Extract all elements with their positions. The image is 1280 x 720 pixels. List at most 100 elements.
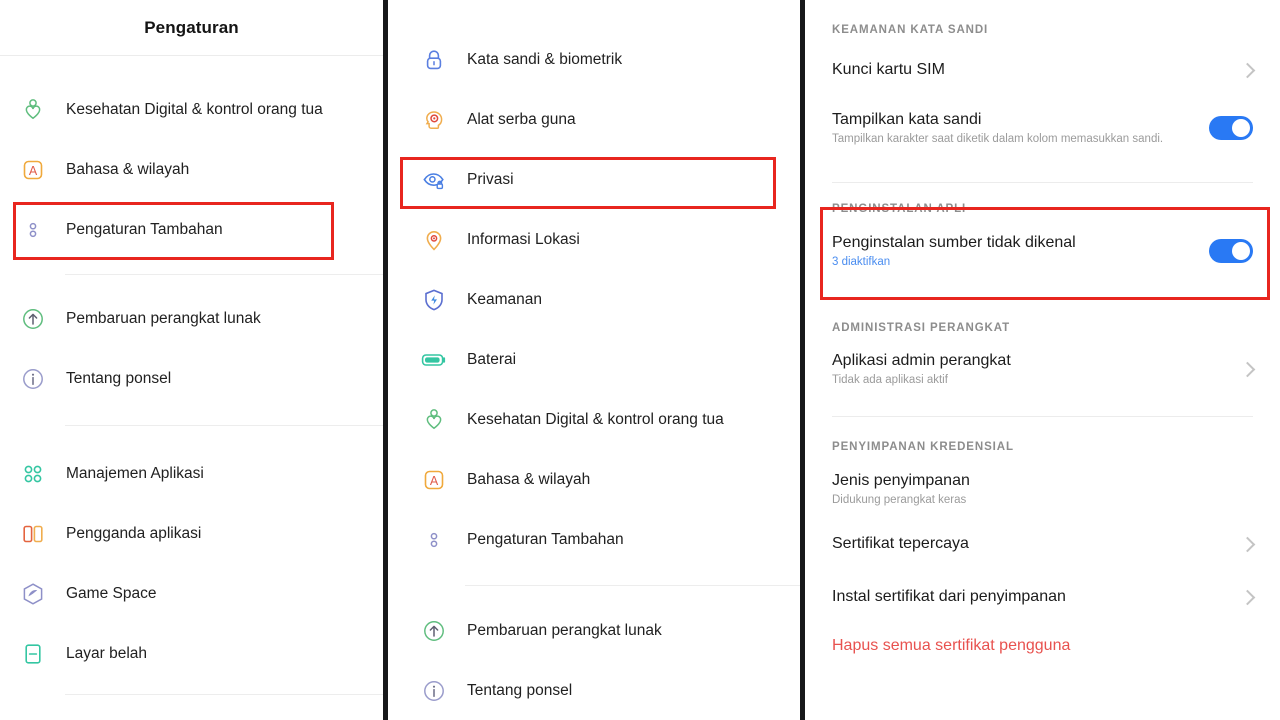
row-title: Tampilkan kata sandi	[832, 111, 1197, 129]
app-management-icon	[14, 455, 52, 493]
list-item-label: Tentang ponsel	[467, 682, 572, 700]
svg-text:A: A	[29, 164, 38, 178]
password-biometrics-icon	[415, 41, 453, 79]
security-icon	[415, 281, 453, 319]
row-clear-user-certificates[interactable]: Hapus semua sertifikat pengguna	[805, 623, 1280, 669]
row-title: Aplikasi admin perangkat	[832, 352, 1232, 370]
section-heading: PENYIMPANAN KREDENSIAL	[805, 417, 1280, 453]
sidebar-item-about-phone[interactable]: Tentang ponsel	[0, 349, 383, 409]
list-item-battery[interactable]: Baterai	[388, 330, 800, 390]
list-item-label: Pembaruan perangkat lunak	[467, 622, 662, 640]
row-subtitle: Didukung perangkat keras	[832, 494, 1253, 506]
list-item-label: Baterai	[467, 351, 516, 369]
list-item-label: Kesehatan Digital & kontrol orang tua	[467, 411, 724, 429]
sidebar-item-label: Pengaturan Tambahan	[66, 221, 223, 239]
row-subtitle: Tampilkan karakter saat diketik dalam ko…	[832, 133, 1197, 145]
settings-group-3: Manajemen Aplikasi Pengganda aplikasi	[0, 426, 383, 684]
toggle-knob	[1232, 119, 1250, 137]
row-sim-card-lock[interactable]: Kunci kartu SIM	[805, 44, 1280, 96]
battery-icon	[415, 341, 453, 379]
row-subtitle: Tidak ada aplikasi aktif	[832, 374, 1232, 386]
row-trusted-certificates[interactable]: Sertifikat tepercaya	[805, 517, 1280, 571]
row-title: Penginstalan sumber tidak dikenal	[832, 234, 1197, 252]
split-screen-icon	[14, 635, 52, 673]
sidebar-item-additional-settings[interactable]: Pengaturan Tambahan	[0, 200, 383, 260]
toggle-show-passwords[interactable]	[1209, 116, 1253, 140]
sidebar-item-label: Pengganda aplikasi	[66, 525, 201, 543]
list-item-privacy[interactable]: Privasi	[388, 150, 800, 210]
list-item-label: Alat serba guna	[467, 111, 576, 129]
sidebar-item-label: Manajemen Aplikasi	[66, 465, 204, 483]
list-item-label: Informasi Lokasi	[467, 231, 580, 249]
settings-group-1: Kesehatan Digital & kontrol orang tua A …	[0, 56, 383, 260]
convenience-tools-icon	[415, 101, 453, 139]
list-item-additional-settings[interactable]: Pengaturan Tambahan	[388, 510, 800, 570]
list-item-digital-wellbeing[interactable]: Kesehatan Digital & kontrol orang tua	[388, 390, 800, 450]
chevron-right-icon	[1240, 361, 1256, 377]
row-storage-type[interactable]: Jenis penyimpanan Didukung perangkat ker…	[805, 461, 1280, 517]
sidebar-item-split-screen[interactable]: Layar belah	[0, 624, 383, 684]
row-title: Jenis penyimpanan	[832, 472, 1253, 490]
settings-panel: Pengaturan Kesehatan Digital & kontrol o…	[0, 0, 383, 720]
settings-group-divider-3	[65, 694, 383, 695]
page-title: Pengaturan	[144, 18, 239, 38]
row-title: Kunci kartu SIM	[832, 61, 1232, 79]
additional-settings-icon	[415, 521, 453, 559]
toggle-unknown-sources[interactable]	[1209, 239, 1253, 263]
row-title: Hapus semua sertifikat pengguna	[832, 637, 1253, 655]
additional-settings-panel: Kata sandi & biometrik Alat serba guna	[388, 0, 800, 720]
settings-group-2: Pembaruan perangkat lunak Tentang ponsel	[0, 275, 383, 409]
language-icon: A	[14, 151, 52, 189]
location-icon	[415, 221, 453, 259]
section-app-installation: PENGINSTALAN APLI Penginstalan sumber ti…	[805, 183, 1280, 281]
row-subtitle-link[interactable]: 3 diaktifkan	[832, 256, 1197, 268]
privacy-icon	[415, 161, 453, 199]
row-device-admin-apps[interactable]: Aplikasi admin perangkat Tidak ada aplik…	[805, 340, 1280, 398]
list-item-about-phone[interactable]: Tentang ponsel	[388, 661, 800, 720]
list-item-language[interactable]: A Bahasa & wilayah	[388, 450, 800, 510]
sidebar-item-digital-wellbeing[interactable]: Kesehatan Digital & kontrol orang tua	[0, 80, 383, 140]
section-device-administration: ADMINISTRASI PERANGKAT Aplikasi admin pe…	[805, 300, 1280, 398]
row-unknown-sources-install[interactable]: Penginstalan sumber tidak dikenal 3 diak…	[805, 221, 1280, 281]
header-divider	[0, 55, 383, 56]
sidebar-item-label: Tentang ponsel	[66, 370, 171, 388]
digital-wellbeing-icon	[14, 91, 52, 129]
list-item-label: Privasi	[467, 171, 514, 189]
sidebar-item-software-update[interactable]: Pembaruan perangkat lunak	[0, 289, 383, 349]
additional-group-1: Kata sandi & biometrik Alat serba guna	[388, 0, 800, 570]
app-cloner-icon	[14, 515, 52, 553]
language-icon: A	[415, 461, 453, 499]
about-phone-icon	[14, 360, 52, 398]
toggle-knob	[1232, 242, 1250, 260]
chevron-right-icon	[1240, 62, 1256, 78]
list-item-security[interactable]: Keamanan	[388, 270, 800, 330]
game-space-icon	[14, 575, 52, 613]
sidebar-item-label: Layar belah	[66, 645, 147, 663]
settings-header: Pengaturan	[0, 0, 383, 56]
section-heading: KEAMANAN KATA SANDI	[805, 0, 1280, 36]
sidebar-item-app-management[interactable]: Manajemen Aplikasi	[0, 444, 383, 504]
triple-panel-screenshot: Pengaturan Kesehatan Digital & kontrol o…	[0, 0, 1280, 720]
software-update-icon	[14, 300, 52, 338]
svg-text:A: A	[430, 474, 439, 488]
sidebar-item-label: Game Space	[66, 585, 156, 603]
sidebar-item-label: Pembaruan perangkat lunak	[66, 310, 261, 328]
list-item-convenience-tools[interactable]: Alat serba guna	[388, 90, 800, 150]
additional-group-2: Pembaruan perangkat lunak Tentang ponsel	[388, 586, 800, 720]
list-item-software-update[interactable]: Pembaruan perangkat lunak	[388, 601, 800, 661]
row-install-certificate[interactable]: Instal sertifikat dari penyimpanan	[805, 571, 1280, 623]
sidebar-item-game-space[interactable]: Game Space	[0, 564, 383, 624]
list-item-label: Bahasa & wilayah	[467, 471, 590, 489]
list-item-location[interactable]: Informasi Lokasi	[388, 210, 800, 270]
list-item-password-biometrics[interactable]: Kata sandi & biometrik	[388, 30, 800, 90]
sidebar-item-label: Kesehatan Digital & kontrol orang tua	[66, 101, 323, 119]
sidebar-item-language[interactable]: A Bahasa & wilayah	[0, 140, 383, 200]
sidebar-item-app-cloner[interactable]: Pengganda aplikasi	[0, 504, 383, 564]
chevron-right-icon	[1240, 589, 1256, 605]
row-title: Sertifikat tepercaya	[832, 535, 1232, 553]
about-phone-icon	[415, 672, 453, 710]
list-item-label: Keamanan	[467, 291, 542, 309]
additional-settings-icon	[14, 211, 52, 249]
row-show-passwords[interactable]: Tampilkan kata sandi Tampilkan karakter …	[805, 96, 1280, 160]
sidebar-item-label: Bahasa & wilayah	[66, 161, 189, 179]
